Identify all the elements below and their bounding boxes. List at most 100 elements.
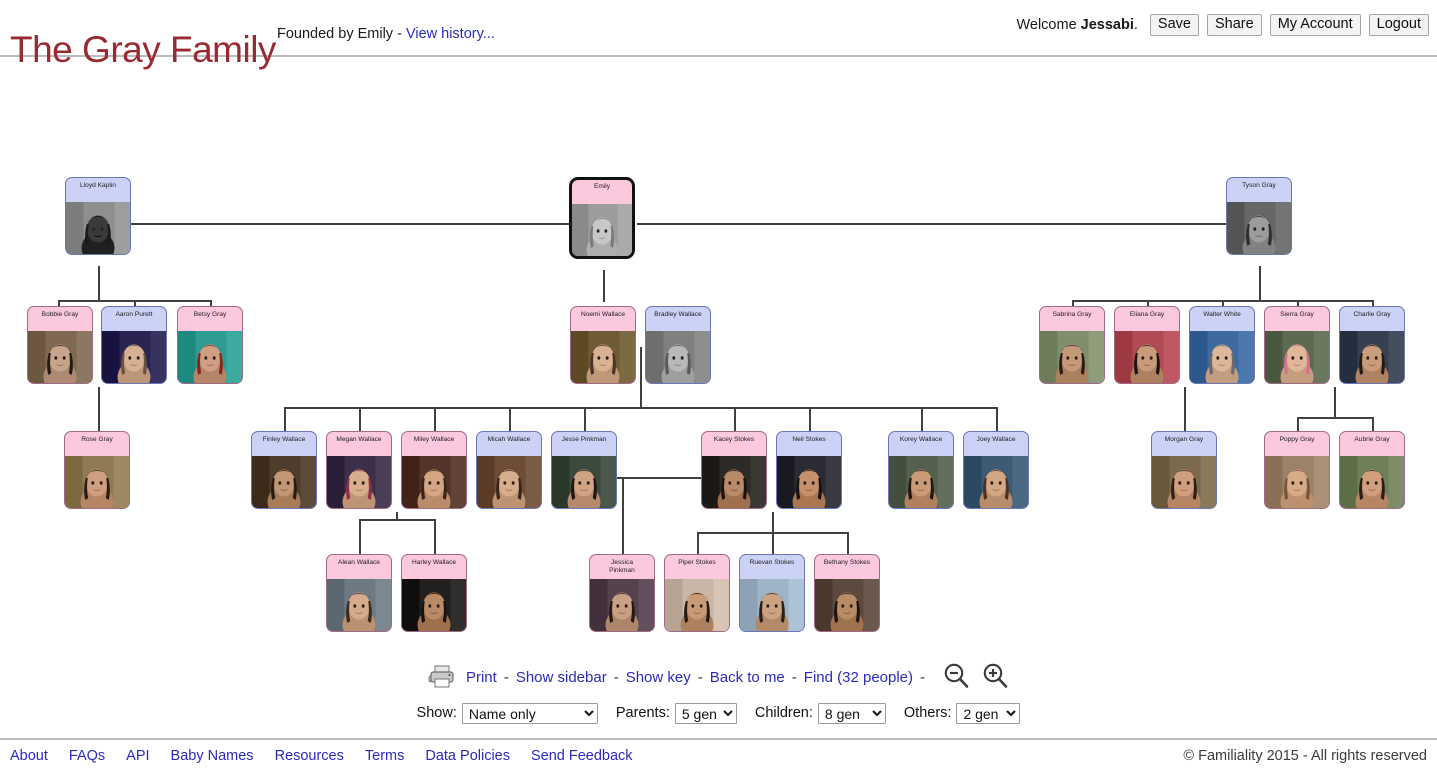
person-photo [102,331,166,383]
person-card[interactable]: Harley Wallace [401,554,467,632]
parents-select-group: Parents:0 gen1 gen2 gen3 gen4 gen5 genAl… [616,702,737,724]
family-tree-canvas[interactable]: Lloyd Kaplin Emily Tyson Gray Bobbie Gray Aa… [0,57,1437,657]
person-card[interactable]: Noemi Wallace [570,306,636,384]
view-history-link[interactable]: View history... [406,26,495,42]
children-select-label: Children: [754,705,813,721]
founded-by-text: Founded by Emily - View history... [277,26,495,42]
person-name: Rose Gray [81,436,113,443]
back-to-me-link[interactable]: Back to me [710,669,785,686]
person-photo [28,331,92,383]
person-name: Charlie Gray [1353,311,1391,318]
person-card[interactable]: Rose Gray [64,431,130,509]
person-card[interactable]: Kacey Stokes [701,431,767,509]
person-card[interactable]: Jessica Pinkman [589,554,655,632]
person-photo [1190,331,1254,383]
logout-button[interactable]: Logout [1368,14,1429,36]
person-name: Alean Wallace [338,559,380,566]
person-card[interactable]: Aaron Purett [101,306,167,384]
find-people-link[interactable]: Find (32 people) [804,669,913,686]
person-card[interactable]: Bethany Stokes [814,554,880,632]
person-photo [477,456,541,508]
show-key-link[interactable]: Show key [626,669,691,686]
connector-line [1184,387,1186,432]
person-name: Miley Wallace [413,436,455,443]
footer-link-faqs[interactable]: FAQs [69,748,105,764]
person-card[interactable]: Piper Stokes [664,554,730,632]
share-button[interactable]: Share [1206,14,1262,36]
show-select-group: Show:Name onlyName and datesName, dates … [417,702,598,724]
save-button[interactable]: Save [1149,14,1199,36]
footer-link-send-feedback[interactable]: Send Feedback [531,748,633,764]
footer-link-about[interactable]: About [10,748,48,764]
person-photo [590,579,654,631]
person-name: Walter White [1203,311,1241,318]
person-card[interactable]: Alean Wallace [326,554,392,632]
footer-link-data-policies[interactable]: Data Policies [425,748,510,764]
founded-by-prefix: Founded by Emily - [277,26,406,42]
person-photo [777,456,841,508]
person-card[interactable]: Lloyd Kaplin [65,177,131,255]
person-card[interactable]: Eliana Gray [1114,306,1180,384]
person-card[interactable]: Walter White [1189,306,1255,384]
person-card[interactable]: Sierra Gray [1264,306,1330,384]
children-select-group: Children:0 gen1 gen2 gen4 gen6 gen8 genA… [754,702,886,724]
person-card[interactable]: Micah Wallace [476,431,542,509]
connector-line [996,407,998,432]
person-card[interactable]: Neil Stokes [776,431,842,509]
parents-select[interactable]: 0 gen1 gen2 gen3 gen4 gen5 genAll [674,702,737,724]
zoom-out-icon[interactable] [942,661,971,693]
footer-link-resources[interactable]: Resources [275,748,344,764]
person-card[interactable]: Ruevan Stokes [739,554,805,632]
person-card[interactable]: Megan Wallace [326,431,392,509]
person-photo [1227,202,1291,254]
show-select[interactable]: Name onlyName and datesName, dates and p… [461,702,598,724]
person-card[interactable]: Korey Wallace [888,431,954,509]
person-card[interactable]: Sabrina Gray [1039,306,1105,384]
children-select[interactable]: 0 gen1 gen2 gen4 gen6 gen8 genAll [817,702,886,724]
person-name: Sabrina Gray [1052,311,1092,318]
person-card[interactable]: Joey Wallace [963,431,1029,509]
footer-link-baby-names[interactable]: Baby Names [171,748,254,764]
person-card[interactable]: Morgan Gray [1151,431,1217,509]
person-card[interactable]: Finley Wallace [251,431,317,509]
welcome-username: Jessabi [1080,17,1134,33]
person-name: Jessica Pinkman [609,559,635,574]
footer-link-api[interactable]: API [126,748,149,764]
person-card[interactable]: Jesse Pinkman [551,431,617,509]
person-name: Joey Wallace [976,436,1016,443]
person-photo [1265,456,1329,508]
person-photo [1040,331,1104,383]
person-photo [327,579,391,631]
toolbar-separator: - [697,668,703,686]
connector-line [637,223,1234,225]
person-card[interactable]: Bobbie Gray [27,306,93,384]
person-card[interactable]: Bradley Wallace [645,306,711,384]
person-name: Bethany Stokes [823,559,871,566]
person-card[interactable]: Aubrie Gray [1339,431,1405,509]
connector-line [434,519,436,555]
printer-icon [427,660,457,694]
toolbar-separator: - [791,668,797,686]
my-account-button[interactable]: My Account [1269,14,1361,36]
zoom-in-icon[interactable] [981,661,1010,693]
person-photo [252,456,316,508]
person-photo [571,331,635,383]
person-card[interactable]: Emily [569,177,635,259]
welcome-prefix: Welcome [1016,17,1081,33]
person-card[interactable]: Betsy Gray [177,306,243,384]
connector-line [284,407,997,409]
person-card[interactable]: Charlie Gray [1339,306,1405,384]
person-photo [889,456,953,508]
connector-line [98,266,100,301]
person-card[interactable]: Miley Wallace [401,431,467,509]
connector-line [847,532,849,555]
person-photo [815,579,879,631]
person-card[interactable]: Poppy Gray [1264,431,1330,509]
connector-line [772,512,774,532]
others-select[interactable]: 0 gen1 gen2 gen3 genAll [956,702,1021,724]
footer-link-terms[interactable]: Terms [365,748,404,764]
show-sidebar-link[interactable]: Show sidebar [516,669,607,686]
person-name: Neil Stokes [792,436,826,443]
person-card[interactable]: Tyson Gray [1226,177,1292,255]
print-link[interactable]: Print [466,669,497,686]
